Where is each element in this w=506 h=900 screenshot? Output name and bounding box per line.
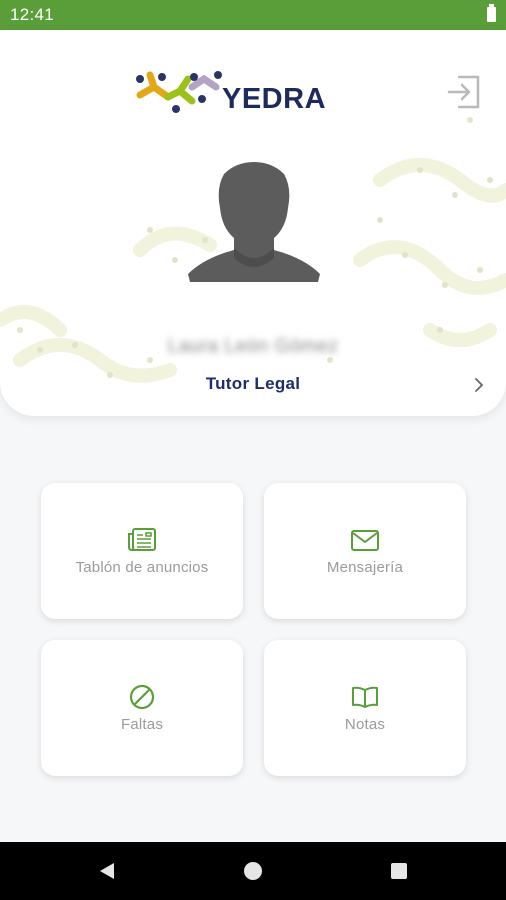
newspaper-icon: [128, 528, 156, 551]
recents-icon[interactable]: [391, 863, 407, 879]
role-label: Tutor Legal: [205, 374, 301, 393]
tile-notas[interactable]: Notas: [264, 640, 466, 776]
user-name: Laura León Gómez: [167, 336, 339, 357]
profile-header: YEDRA Laura León Gómez Tutor Legal: [0, 30, 506, 416]
status-time: 12:41: [10, 5, 55, 24]
home-icon[interactable]: [244, 862, 262, 880]
tile-label: Tablón de anuncios: [75, 559, 209, 576]
system-navigation-bar: [0, 842, 506, 900]
tile-label: Mensajería: [326, 559, 404, 576]
logout-icon[interactable]: [446, 74, 482, 110]
status-bar: 12:41: [0, 0, 506, 30]
chevron-right-icon: [475, 378, 483, 392]
tile-faltas[interactable]: Faltas: [41, 640, 243, 776]
logo-text: YEDRA: [222, 83, 327, 115]
back-icon[interactable]: [98, 861, 116, 881]
tile-label: Faltas: [120, 716, 164, 733]
role-selector[interactable]: Tutor Legal: [0, 370, 506, 400]
tile-label: Notas: [344, 716, 386, 733]
avatar: [188, 162, 320, 282]
battery-icon: [487, 4, 496, 22]
envelope-icon: [351, 530, 379, 551]
tile-mensajeria[interactable]: Mensajería: [264, 483, 466, 619]
prohibited-icon: [129, 684, 155, 710]
open-book-icon: [352, 686, 378, 708]
tile-tablon-de-anuncios[interactable]: Tablón de anuncios: [41, 483, 243, 619]
